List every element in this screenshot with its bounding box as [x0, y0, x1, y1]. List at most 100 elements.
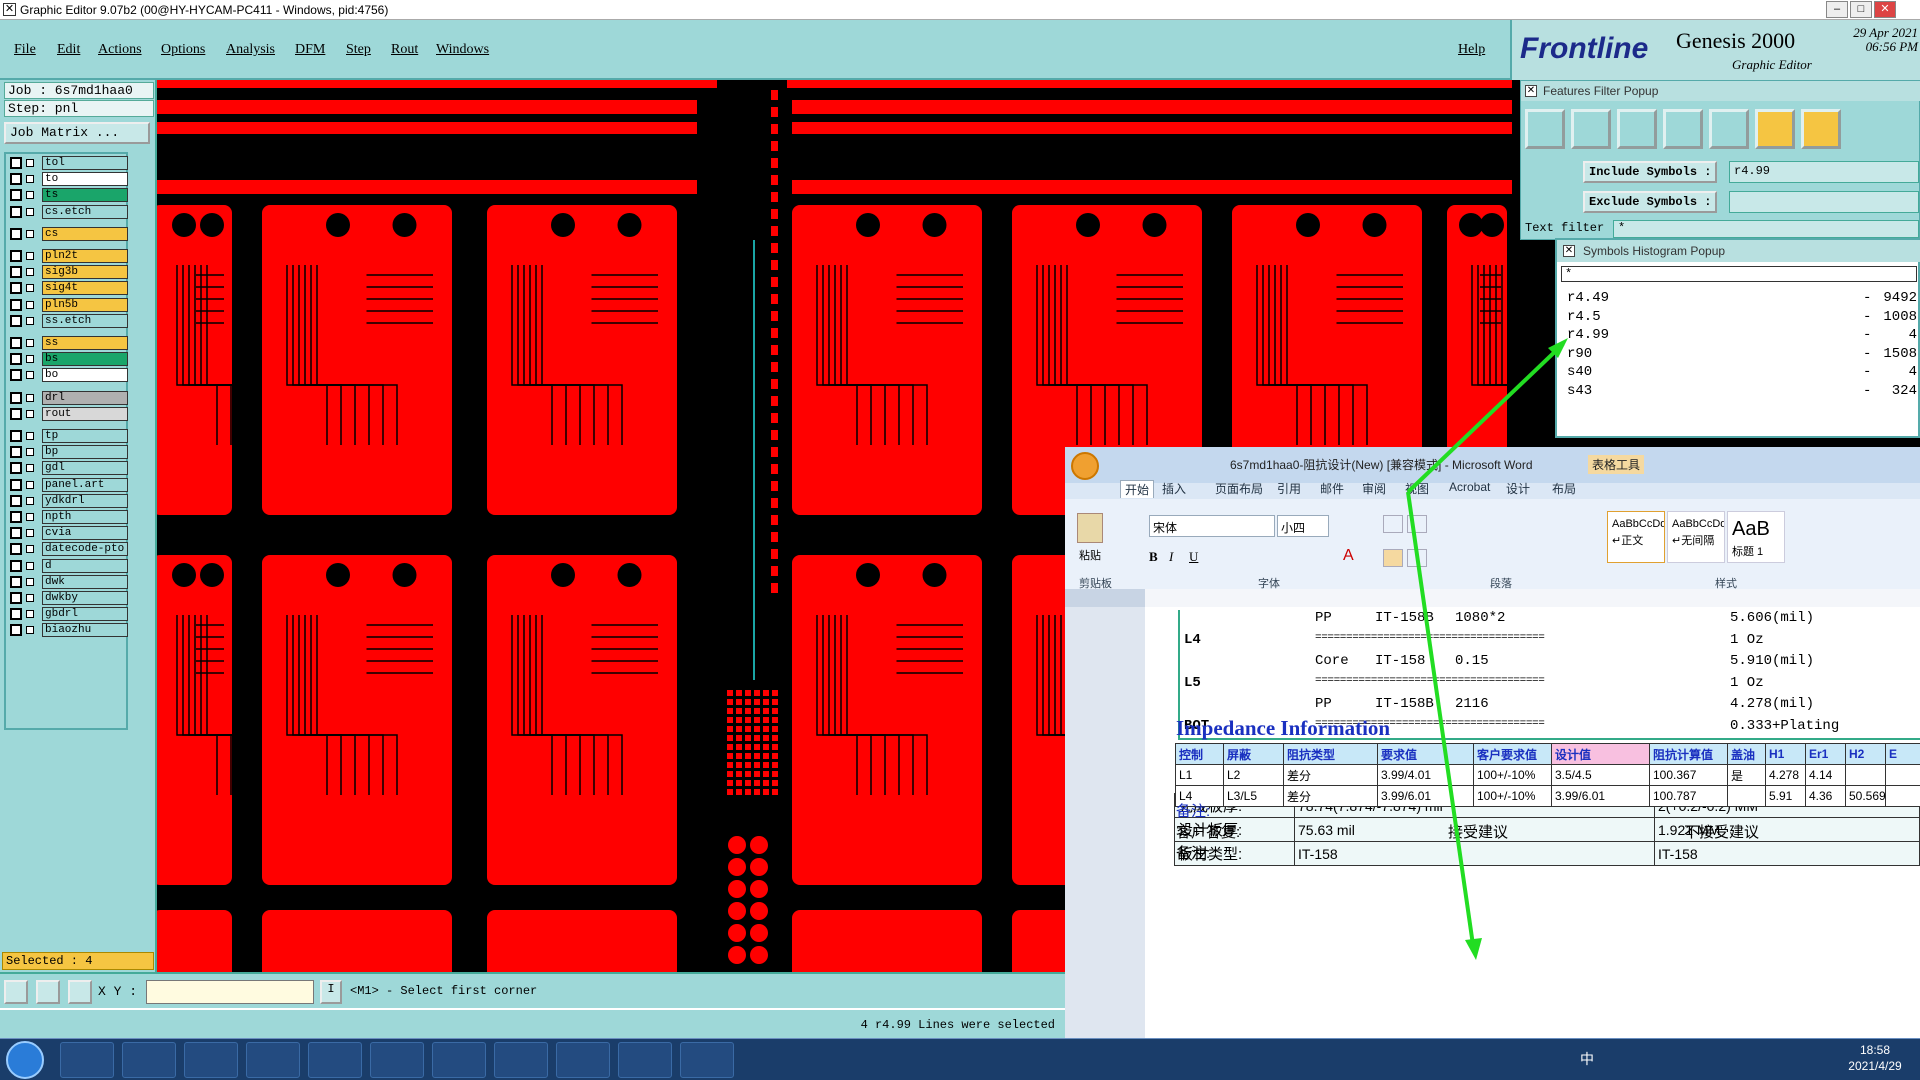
layer-row[interactable]: bs — [8, 352, 128, 367]
taskbar-app-cam[interactable] — [184, 1042, 238, 1078]
layer-checkbox[interactable] — [10, 527, 22, 540]
layer-checkbox[interactable] — [10, 282, 22, 295]
layer-checkbox[interactable] — [10, 462, 22, 475]
pan-icon[interactable] — [36, 980, 60, 1004]
histogram-row[interactable]: s40 - 4 — [1567, 364, 1917, 382]
maximize-button[interactable]: □ — [1850, 1, 1872, 18]
ribbon-tab[interactable]: 引用 — [1277, 480, 1301, 497]
layer-display-box[interactable] — [26, 300, 34, 309]
close-button[interactable]: ✕ — [1874, 1, 1896, 18]
align-left-icon[interactable] — [1383, 549, 1403, 567]
layer-checkbox[interactable] — [10, 430, 22, 442]
layer-checkbox[interactable] — [10, 250, 22, 262]
plus-icon[interactable] — [1755, 109, 1795, 149]
layer-display-box[interactable] — [26, 159, 34, 167]
layer-row[interactable]: cvia — [8, 526, 128, 541]
style-swatch[interactable]: AaB 标题 1 — [1727, 511, 1785, 563]
taskbar-app-green[interactable] — [246, 1042, 300, 1078]
layer-row[interactable]: bp — [8, 445, 128, 460]
style-swatch[interactable]: AaBbCcDd ↵无间隔 — [1667, 511, 1725, 563]
layer-checkbox[interactable] — [10, 205, 22, 218]
layer-checkbox[interactable] — [10, 543, 22, 556]
layer-checkbox[interactable] — [10, 494, 22, 507]
ribbon-tab[interactable]: 插入 — [1162, 480, 1186, 497]
start-button[interactable] — [6, 1041, 44, 1079]
layer-row[interactable]: dwk — [8, 574, 128, 589]
layer-row[interactable]: rout — [8, 406, 128, 421]
layer-row[interactable]: tol — [8, 156, 128, 170]
layer-checkbox[interactable] — [10, 189, 22, 202]
layer-row[interactable]: gdl — [8, 461, 128, 476]
layer-checkbox[interactable] — [10, 511, 22, 523]
layer-display-box[interactable] — [26, 545, 34, 554]
layer-display-box[interactable] — [26, 252, 34, 260]
layer-display-box[interactable] — [26, 432, 34, 440]
layer-display-box[interactable] — [26, 610, 34, 619]
layer-checkbox[interactable] — [10, 559, 22, 572]
layer-display-box[interactable] — [26, 284, 34, 293]
style-swatch[interactable]: AaBbCcDd ↵正文 — [1607, 511, 1665, 563]
histogram-row[interactable]: s43 - 324 — [1567, 383, 1917, 401]
menu-file[interactable]: File — [14, 42, 36, 58]
layer-checkbox[interactable] — [10, 369, 22, 382]
layer-checkbox[interactable] — [10, 592, 22, 604]
histogram-row[interactable]: r4.5 -1008 — [1567, 309, 1917, 327]
layer-checkbox[interactable] — [10, 624, 22, 637]
taskbar-app-notepad[interactable] — [122, 1042, 176, 1078]
text-filter-input[interactable]: * — [1613, 220, 1919, 238]
layer-row[interactable]: bo — [8, 368, 128, 383]
ribbon-tab[interactable]: 设计 — [1506, 480, 1530, 497]
taskbar-app-word[interactable] — [370, 1042, 424, 1078]
menu-actions[interactable]: Actions — [98, 42, 142, 58]
job-matrix-button[interactable]: Job Matrix ... — [4, 122, 150, 144]
layer-checkbox[interactable] — [10, 608, 22, 621]
layer-display-box[interactable] — [26, 409, 34, 418]
layer-display-box[interactable] — [26, 529, 34, 538]
layer-display-box[interactable] — [26, 464, 34, 473]
layer-row[interactable]: sig4t — [8, 281, 128, 296]
menu-step[interactable]: Step — [346, 42, 371, 58]
layer-display-box[interactable] — [26, 480, 34, 489]
layer-row[interactable]: ss — [8, 336, 128, 350]
layer-checkbox[interactable] — [10, 337, 22, 349]
arc-filter-icon[interactable] — [1663, 109, 1703, 149]
menu-options[interactable]: Options — [161, 42, 205, 58]
layer-row[interactable]: to — [8, 172, 128, 187]
layer-checkbox[interactable] — [10, 353, 22, 366]
layer-row[interactable]: panel.art — [8, 477, 128, 492]
histogram-filter[interactable]: * — [1561, 266, 1917, 282]
histogram-row[interactable]: r4.99 - 4 — [1567, 327, 1917, 345]
zoom-icon[interactable] — [4, 980, 28, 1004]
layer-checkbox[interactable] — [10, 157, 22, 169]
paste-icon[interactable] — [1077, 513, 1103, 543]
align-center-icon[interactable] — [1407, 549, 1427, 567]
layer-row[interactable]: dwkby — [8, 591, 128, 605]
text-filter-icon[interactable] — [1709, 109, 1749, 149]
layer-display-box[interactable] — [26, 355, 34, 364]
layer-checkbox[interactable] — [10, 227, 22, 240]
grid-icon[interactable] — [68, 980, 92, 1004]
menu-help[interactable]: Help — [1458, 42, 1485, 58]
layer-row[interactable]: tp — [8, 429, 128, 443]
numbering-icon[interactable] — [1407, 515, 1427, 533]
ribbon-tab[interactable]: Acrobat — [1449, 480, 1490, 494]
layer-row[interactable]: ts — [8, 188, 128, 203]
ribbon-tab[interactable]: 页面布局 — [1215, 480, 1263, 497]
taskbar-app-eye[interactable] — [432, 1042, 486, 1078]
layer-checkbox[interactable] — [10, 298, 22, 311]
ime-indicator[interactable]: 中 — [1580, 1049, 1594, 1069]
ribbon-tab[interactable]: 邮件 — [1320, 480, 1344, 497]
layer-row[interactable]: npth — [8, 510, 128, 524]
underline-button[interactable]: U — [1189, 549, 1198, 565]
taskbar-app-eye2[interactable] — [556, 1042, 610, 1078]
layer-display-box[interactable] — [26, 371, 34, 380]
layer-display-box[interactable] — [26, 207, 34, 216]
layer-checkbox[interactable] — [10, 266, 22, 279]
layer-row[interactable]: drl — [8, 390, 128, 405]
pad-filter-icon[interactable] — [1571, 109, 1611, 149]
layer-checkbox[interactable] — [10, 407, 22, 420]
layer-row[interactable]: cs.etch — [8, 204, 128, 219]
minus-icon[interactable] — [1801, 109, 1841, 149]
close-icon[interactable]: ✕ — [1563, 245, 1575, 257]
layer-display-box[interactable] — [26, 191, 34, 200]
